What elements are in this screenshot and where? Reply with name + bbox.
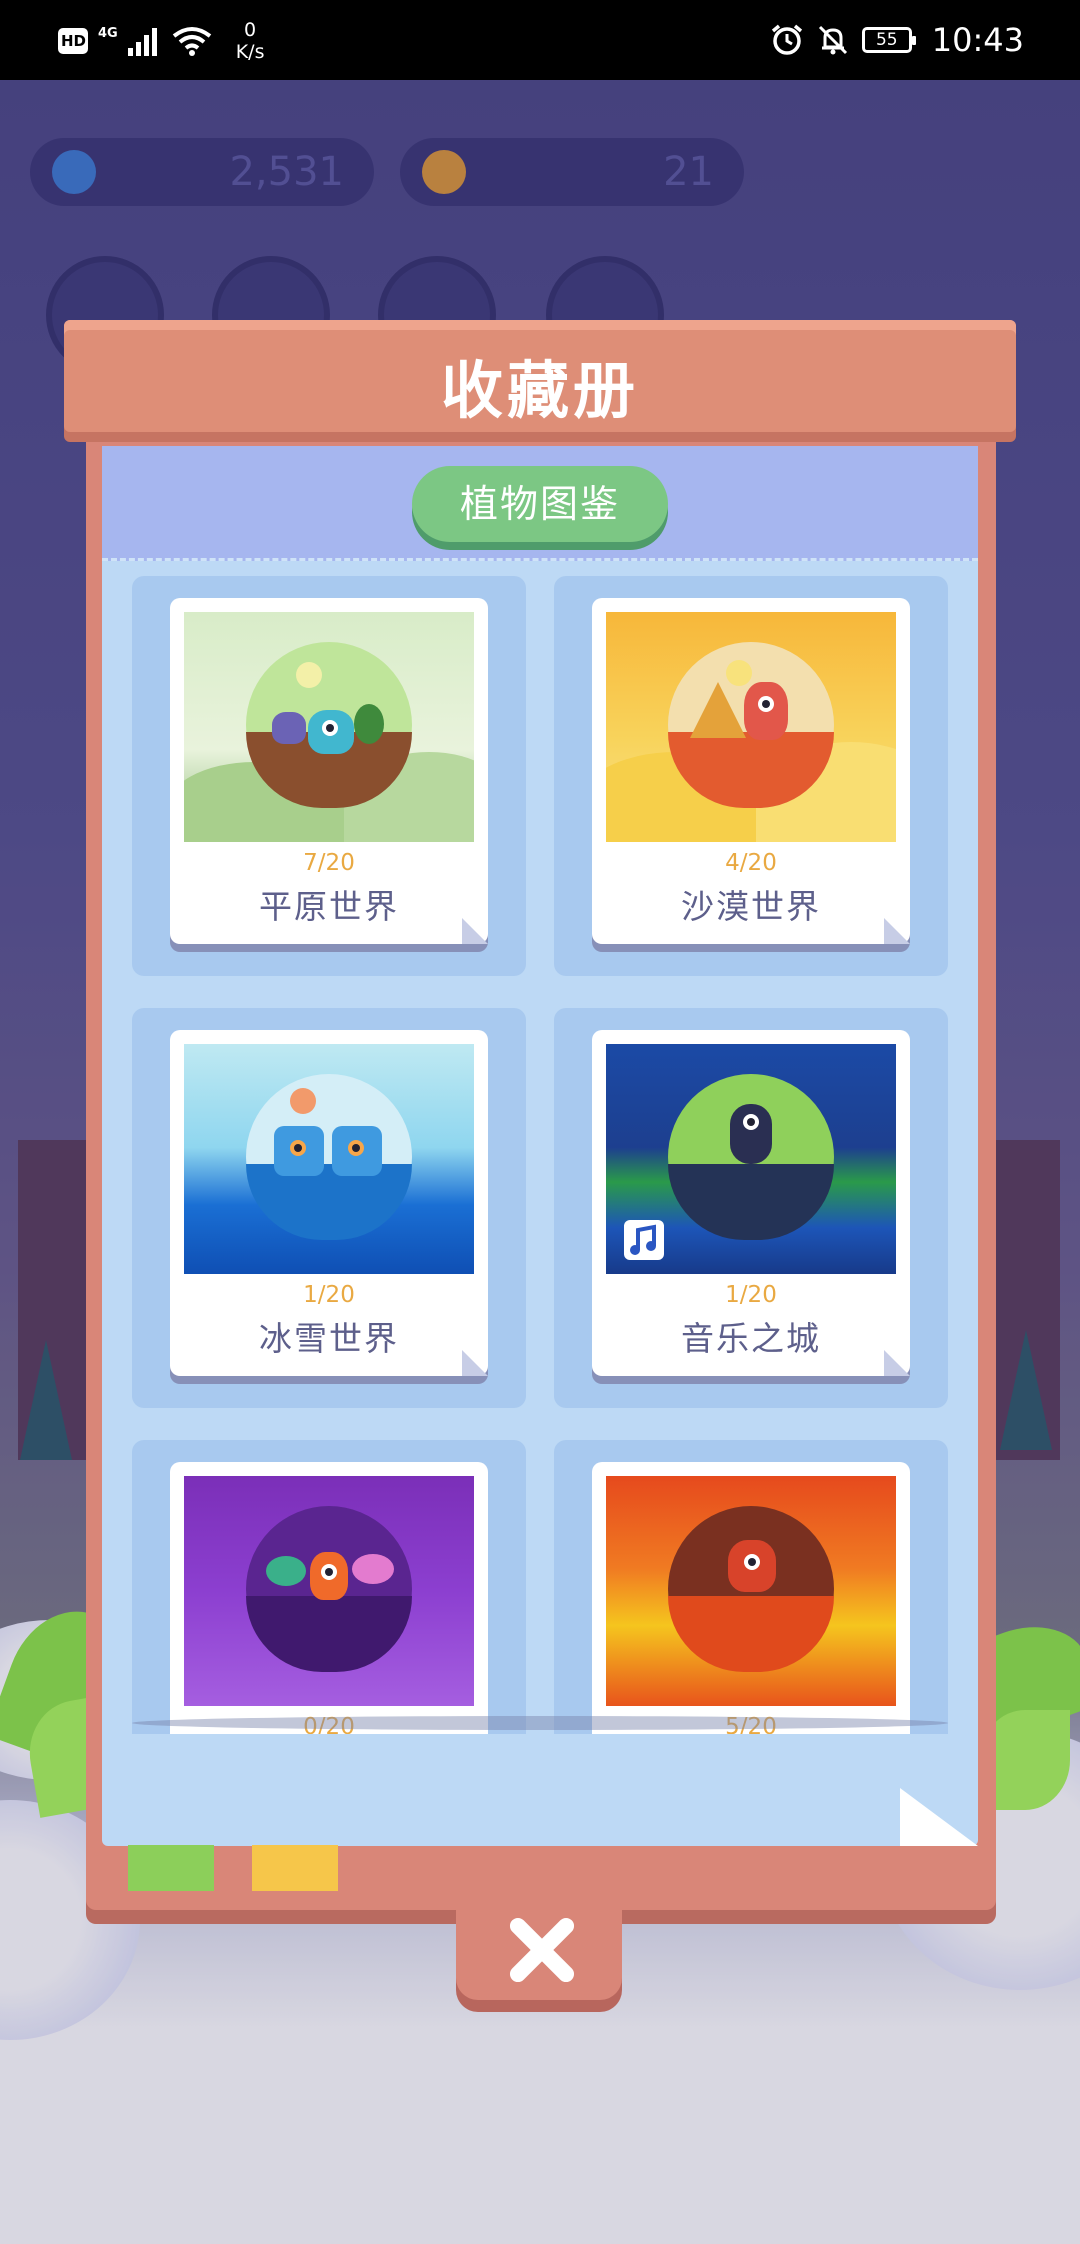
purple-artwork	[184, 1476, 474, 1706]
album-title: 收藏册	[440, 354, 639, 427]
page-fold	[462, 918, 488, 944]
monster	[310, 1552, 348, 1600]
music-globe	[668, 1074, 834, 1240]
album-tab-strip: 植物图鉴	[102, 446, 978, 561]
ice-globe	[246, 1074, 412, 1240]
monster	[730, 1104, 772, 1164]
clock: 10:43	[931, 21, 1024, 59]
sun	[290, 1088, 316, 1114]
page-fold	[884, 918, 910, 944]
page-fold	[884, 1350, 910, 1376]
album-header: 收藏册	[64, 320, 1016, 432]
eye	[322, 720, 338, 736]
world-card-desert[interactable]: 4/20 沙漠世界	[592, 598, 910, 944]
wifi-icon	[172, 27, 211, 56]
monster	[744, 682, 788, 740]
world-cell-desert: 4/20 沙漠世界	[554, 576, 948, 976]
music-artwork	[606, 1044, 896, 1274]
eye	[758, 696, 774, 712]
network-speed: 0 K/s	[236, 19, 265, 63]
world-progress: 1/20	[303, 1282, 355, 1308]
lava-artwork	[606, 1476, 896, 1706]
tree	[354, 704, 384, 744]
world-card-lava[interactable]: 5/20	[592, 1462, 910, 1734]
sun	[296, 662, 322, 688]
mute-icon	[818, 25, 847, 55]
plains-artwork	[184, 612, 474, 842]
monster	[308, 710, 354, 754]
world-card-plains[interactable]: 7/20 平原世界	[170, 598, 488, 944]
monster	[272, 712, 306, 744]
monster	[728, 1540, 776, 1592]
world-card-purple[interactable]: 0/20	[170, 1462, 488, 1734]
eye	[744, 1554, 760, 1570]
scroll-edge-shadow	[132, 1716, 948, 1730]
eye	[321, 1564, 337, 1580]
status-bar: HD 4G 0 K/s 55 10:43	[0, 0, 1080, 80]
tab-plant-guide[interactable]: 植物图鉴	[412, 466, 668, 542]
eye	[290, 1140, 306, 1156]
plains-globe	[246, 642, 412, 808]
world-cell-music: 1/20 音乐之城	[554, 1008, 948, 1408]
battery-icon: 55	[861, 27, 916, 53]
music-note-icon	[624, 1220, 664, 1260]
signal-icon	[127, 28, 157, 56]
bookmark-ribbon	[252, 1845, 338, 1891]
world-cell-purple: 0/20	[132, 1440, 526, 1734]
world-name: 音乐之城	[681, 1319, 821, 1358]
monster	[274, 1126, 324, 1176]
close-button[interactable]	[456, 1900, 622, 2000]
page-fold	[462, 1350, 488, 1376]
desert-artwork	[606, 612, 896, 842]
monster	[332, 1126, 382, 1176]
world-cell-plains: 7/20 平原世界	[132, 576, 526, 976]
alarm-icon	[771, 24, 802, 55]
world-name: 沙漠世界	[681, 887, 821, 926]
world-cell-lava: 5/20	[554, 1440, 948, 1734]
world-card-ice[interactable]: 1/20 冰雪世界	[170, 1030, 488, 1376]
desert-globe	[668, 642, 834, 808]
pyramid	[690, 682, 746, 738]
world-name: 冰雪世界	[259, 1319, 399, 1358]
eye	[348, 1140, 364, 1156]
world-progress: 4/20	[725, 850, 777, 876]
ice-artwork	[184, 1044, 474, 1274]
status-left: HD 4G 0 K/s	[58, 18, 264, 64]
status-right: 55 10:43	[770, 16, 1024, 64]
mushroom	[352, 1554, 394, 1584]
ground	[246, 1596, 412, 1672]
eye	[743, 1114, 759, 1130]
purple-globe	[246, 1506, 412, 1672]
network-type: 4G	[98, 25, 118, 41]
world-card-music[interactable]: 1/20 音乐之城	[592, 1030, 910, 1376]
page-curl	[900, 1788, 978, 1846]
ground	[668, 1164, 834, 1240]
ice-water	[246, 1164, 412, 1240]
speed-value: 0	[244, 19, 257, 41]
world-progress: 1/20	[725, 1282, 777, 1308]
world-cell-ice: 1/20 冰雪世界	[132, 1008, 526, 1408]
world-name: 平原世界	[259, 887, 399, 926]
mushroom	[266, 1556, 306, 1586]
lava-globe	[668, 1506, 834, 1672]
world-grid[interactable]: 7/20 平原世界 4/20 沙漠世界 1/20 冰雪世界 1/20 音乐之城 …	[102, 576, 978, 1734]
close-icon[interactable]	[506, 1914, 576, 1984]
lava	[668, 1596, 834, 1672]
album-page: 植物图鉴 7/20 平原世界 4/20 沙漠世界 1/20 冰雪世界 1/20 …	[102, 446, 978, 1846]
speed-unit: K/s	[235, 41, 265, 63]
world-progress: 7/20	[303, 850, 355, 876]
hd-badge: HD	[58, 28, 88, 54]
bookmark-ribbon	[128, 1845, 214, 1891]
